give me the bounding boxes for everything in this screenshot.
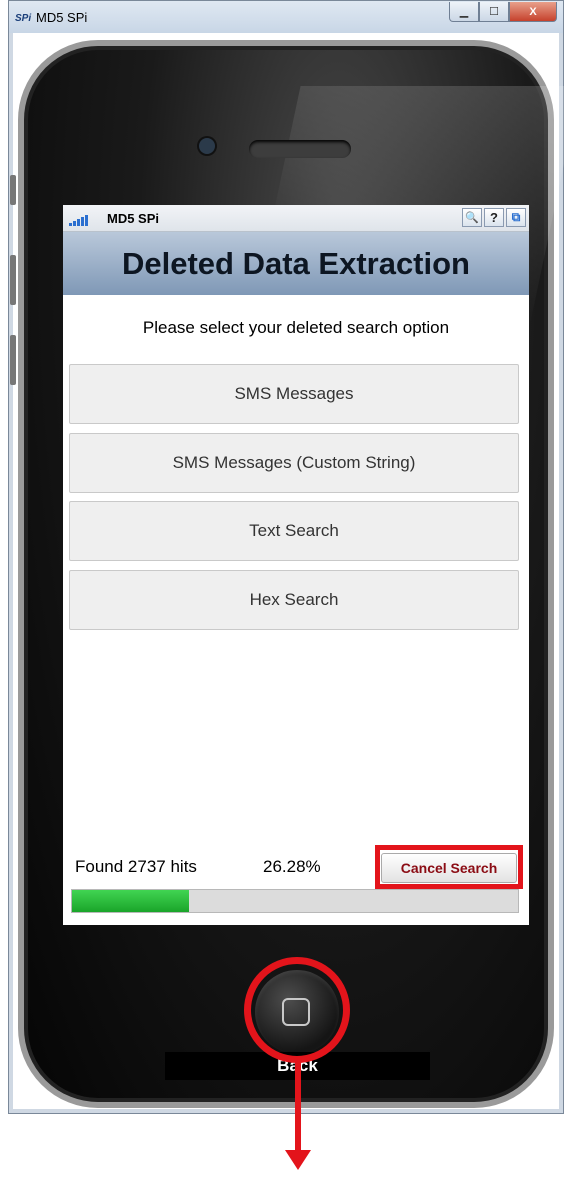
window-titlebar[interactable]: SPi MD5 SPi ▁ ☐ X xyxy=(9,1,563,33)
maximize-button[interactable]: ☐ xyxy=(479,2,509,22)
signal-icon xyxy=(69,215,88,226)
option-text-search[interactable]: Text Search xyxy=(69,501,519,561)
minimize-button[interactable]: ▁ xyxy=(449,2,479,22)
front-camera xyxy=(199,138,215,154)
close-button[interactable]: X xyxy=(509,2,557,22)
home-highlight-circle xyxy=(244,957,350,1063)
page-header: Deleted Data Extraction xyxy=(63,232,529,295)
page-title: Deleted Data Extraction xyxy=(122,245,470,281)
mute-switch xyxy=(10,175,16,205)
search-prompt: Please select your deleted search option xyxy=(142,318,450,337)
search-icon[interactable]: 🔍 xyxy=(462,208,482,227)
cancel-highlight-box xyxy=(375,845,523,889)
window-icon[interactable]: ⧉ xyxy=(506,208,526,227)
progress-fill xyxy=(72,890,190,912)
app-logo: SPi xyxy=(15,13,32,24)
window-controls: ▁ ☐ X xyxy=(449,2,557,22)
status-app-name: MD5 SPi xyxy=(107,211,160,226)
status-icons: 🔍 ? ⧉ xyxy=(462,208,526,227)
option-hex-search[interactable]: Hex Search xyxy=(69,570,519,630)
help-icon[interactable]: ? xyxy=(484,208,504,227)
down-arrow-icon xyxy=(285,1150,311,1170)
volume-down-button xyxy=(10,335,16,385)
annotation-arrow-shaft xyxy=(295,1062,301,1156)
volume-up-button xyxy=(10,255,16,305)
search-progress-bar xyxy=(71,889,519,913)
option-sms-messages[interactable]: SMS Messages xyxy=(69,364,519,424)
earpiece-speaker xyxy=(249,140,351,158)
hits-count: Found 2737 hits xyxy=(75,857,197,876)
status-bar: MD5 SPi 🔍 ? ⧉ xyxy=(63,205,529,232)
progress-percent: 26.28% xyxy=(263,857,321,876)
option-sms-custom-string[interactable]: SMS Messages (Custom String) xyxy=(69,433,519,493)
window-title: MD5 SPi xyxy=(36,10,88,25)
phone-screen: MD5 SPi 🔍 ? ⧉ Deleted Data Extraction Pl… xyxy=(63,205,529,925)
